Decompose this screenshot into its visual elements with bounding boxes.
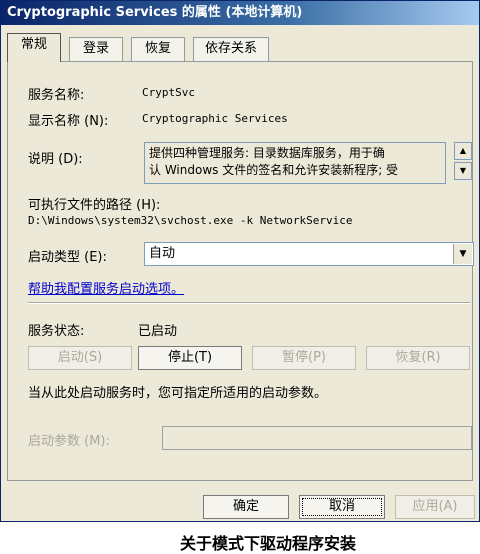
- startup-type-value: 自动: [149, 246, 176, 261]
- service-name-label: 服务名称:: [28, 88, 85, 103]
- cancel-button[interactable]: 取消: [299, 495, 385, 519]
- description-line-2: 认 Windows 文件的签名和允许安装新程序; 受: [149, 163, 399, 177]
- ok-button[interactable]: 确定: [203, 495, 289, 519]
- tab-general[interactable]: 常规: [7, 33, 61, 62]
- tab-recovery[interactable]: 恢复: [131, 37, 185, 61]
- general-panel: 服务名称: CryptSvc 显示名称 (N): Cryptographic S…: [7, 61, 474, 481]
- display-name-label: 显示名称 (N):: [28, 114, 109, 129]
- exe-path-value: D:\Windows\system32\svchost.exe -k Netwo…: [28, 214, 353, 227]
- description-line-1: 提供四种管理服务: 目录数据库服务，用于确: [149, 146, 385, 160]
- stop-button[interactable]: 停止(T): [138, 346, 242, 370]
- description-box[interactable]: 提供四种管理服务: 目录数据库服务，用于确 认 Windows 文件的签名和允许…: [144, 142, 446, 184]
- service-status-label: 服务状态:: [28, 324, 85, 339]
- properties-dialog: Cryptographic Services 的属性 (本地计算机) 常规 登录…: [0, 0, 480, 522]
- resume-button[interactable]: 恢复(R): [366, 346, 470, 370]
- tab-dependencies[interactable]: 依存关系: [193, 37, 269, 61]
- description-label: 说明 (D):: [28, 152, 83, 167]
- caption-text: 关于模式下驱动程序安装: [180, 534, 357, 553]
- scroll-down-icon[interactable]: ▼: [454, 162, 472, 180]
- start-button[interactable]: 启动(S): [28, 346, 132, 370]
- divider: [28, 302, 470, 304]
- start-params-label: 启动参数 (M):: [28, 434, 110, 449]
- display-name-value: Cryptographic Services: [142, 112, 288, 125]
- chevron-down-icon[interactable]: ▼: [453, 244, 472, 264]
- startup-type-select[interactable]: 自动 ▼: [144, 242, 474, 266]
- exe-path-label: 可执行文件的路径 (H):: [28, 198, 161, 213]
- window-title: Cryptographic Services 的属性 (本地计算机): [1, 1, 479, 25]
- tab-logon[interactable]: 登录: [69, 37, 123, 61]
- pause-button[interactable]: 暂停(P): [252, 346, 356, 370]
- start-params-input[interactable]: [162, 426, 472, 450]
- scroll-up-icon[interactable]: ▲: [454, 142, 472, 160]
- start-params-note: 当从此处启动服务时，您可指定所适用的启动参数。: [28, 386, 328, 401]
- service-status-value: 已启动: [138, 324, 178, 339]
- service-name-value: CryptSvc: [142, 86, 195, 99]
- help-configure-link[interactable]: 帮助我配置服务启动选项。: [28, 278, 184, 297]
- startup-type-label: 启动类型 (E):: [28, 250, 107, 265]
- apply-button[interactable]: 应用(A): [395, 495, 475, 519]
